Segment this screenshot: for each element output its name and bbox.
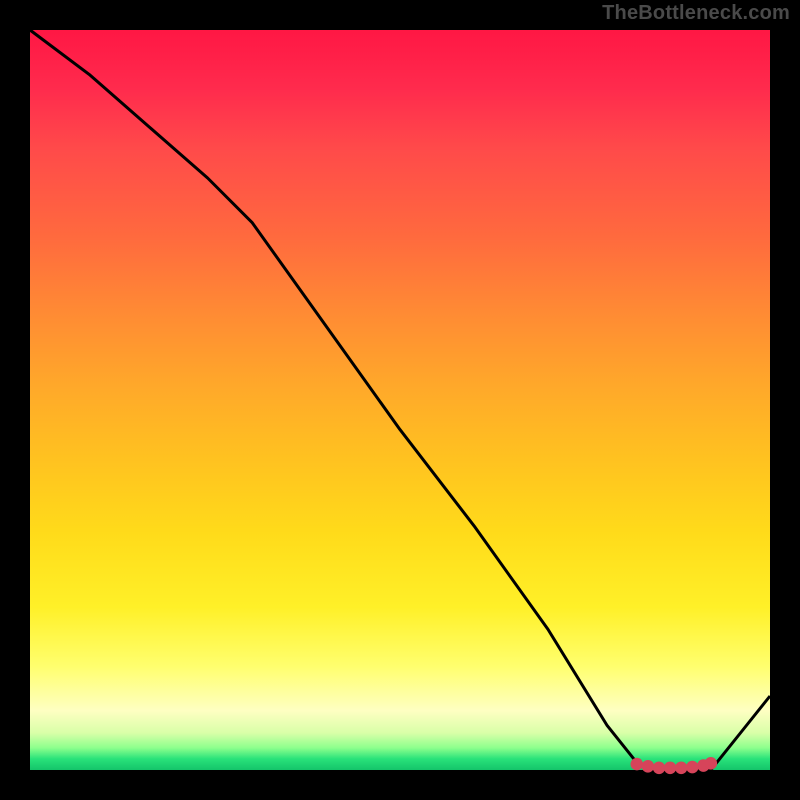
- plot-area: [30, 30, 770, 770]
- marker-dot: [686, 761, 699, 774]
- watermark-text: TheBottleneck.com: [602, 2, 790, 25]
- marker-dot: [705, 757, 718, 770]
- chart-svg: [30, 30, 770, 770]
- marker-dot: [675, 761, 688, 774]
- marker-dot: [664, 761, 677, 774]
- marker-dot: [631, 758, 644, 771]
- chart-frame: TheBottleneck.com: [0, 0, 800, 800]
- marker-dot: [653, 761, 666, 774]
- marker-dot: [642, 760, 655, 773]
- bottleneck-curve: [30, 30, 770, 770]
- optimal-range-markers: [631, 757, 718, 774]
